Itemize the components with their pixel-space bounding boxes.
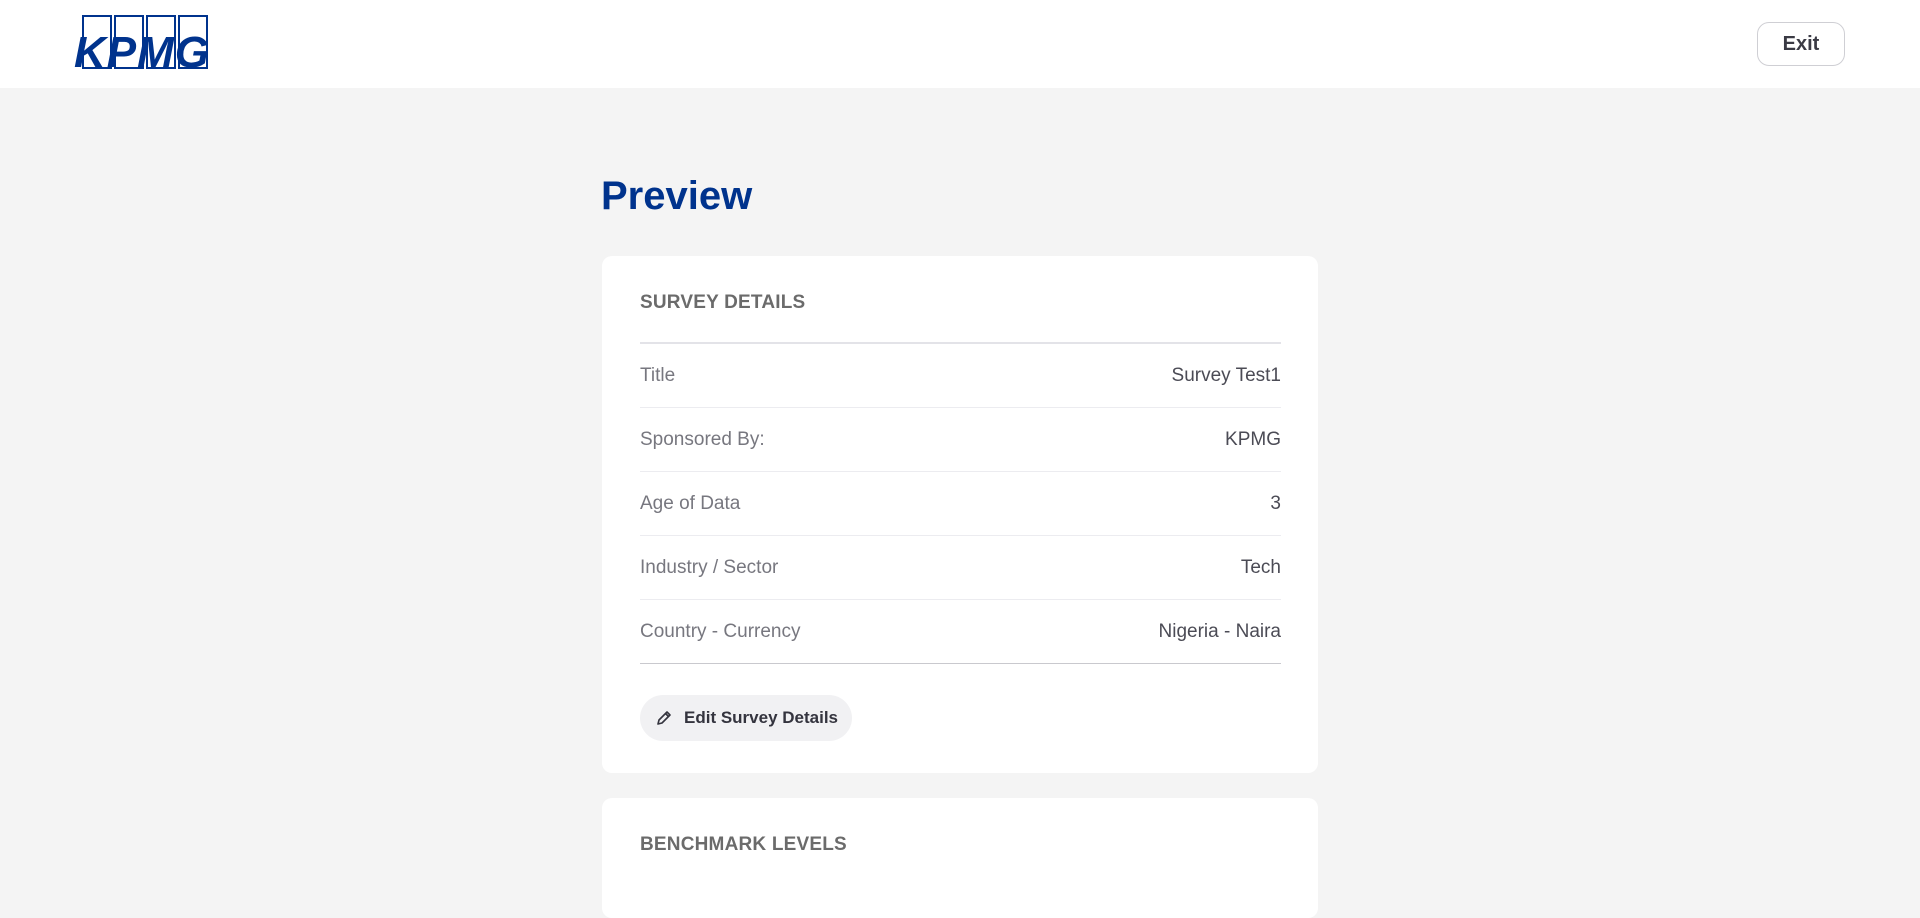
detail-value: Survey Test1 <box>1171 364 1281 386</box>
kpmg-logo: KPMG <box>74 15 210 77</box>
exit-button[interactable]: Exit <box>1757 22 1845 66</box>
edit-survey-details-label: Edit Survey Details <box>684 708 839 727</box>
detail-row-title: Title Survey Test1 <box>640 344 1281 408</box>
survey-details-list: Title Survey Test1 Sponsored By: KPMG Ag… <box>640 344 1281 664</box>
detail-value: Tech <box>1240 556 1281 578</box>
survey-details-card: SURVEY DETAILS Title Survey Test1 Sponso… <box>602 256 1318 773</box>
survey-details-heading: SURVEY DETAILS <box>640 292 806 313</box>
logo-wordmark: KPMG <box>74 28 210 77</box>
benchmark-levels-heading: BENCHMARK LEVELS <box>640 834 847 855</box>
detail-row-sponsor: Sponsored By: KPMG <box>640 408 1281 472</box>
pencil-icon <box>654 708 674 728</box>
top-bar: KPMG Exit <box>0 0 1920 88</box>
detail-label: Country - Currency <box>640 620 801 642</box>
detail-value: Nigeria - Naira <box>1158 620 1281 642</box>
benchmark-levels-card: BENCHMARK LEVELS <box>602 798 1318 918</box>
edit-survey-details-button[interactable]: Edit Survey Details <box>640 695 853 741</box>
detail-row-industry: Industry / Sector Tech <box>640 536 1281 600</box>
detail-label: Age of Data <box>640 492 741 514</box>
detail-row-country-currency: Country - Currency Nigeria - Naira <box>640 600 1281 664</box>
detail-label: Sponsored By: <box>640 428 765 450</box>
detail-value: KPMG <box>1225 428 1281 450</box>
detail-label: Industry / Sector <box>640 556 779 578</box>
detail-value: 3 <box>1270 492 1281 514</box>
detail-row-age-of-data: Age of Data 3 <box>640 472 1281 536</box>
detail-label: Title <box>640 364 676 386</box>
page-title: Preview <box>601 174 753 218</box>
